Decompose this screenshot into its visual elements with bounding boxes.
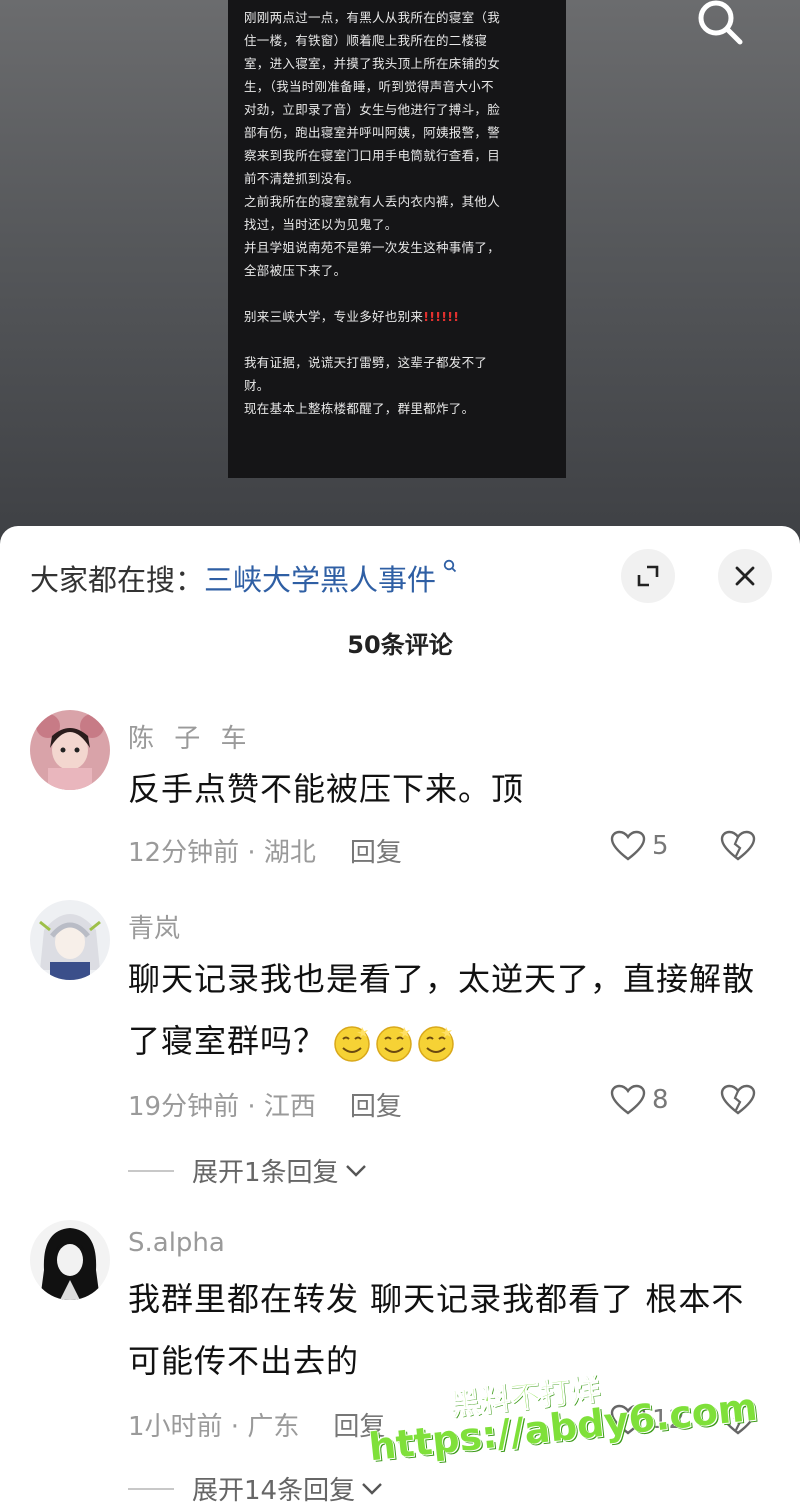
note-line: 前不清楚抓到没有。 (244, 171, 360, 186)
note-line: 察来到我所在寝室门口用手电筒就行查看，目 (244, 148, 501, 163)
like-button[interactable]: 8 (610, 1084, 669, 1116)
comment-count: 50条评论 (347, 631, 453, 659)
note-line: 对劲，立即录了音）女生与他进行了搏斗，脸 (244, 102, 501, 117)
note-line: 我有证据，说谎天打雷劈，这辈子都发不了 (244, 355, 488, 370)
expand-icon (637, 565, 659, 587)
chevron-down-icon (362, 1482, 382, 1495)
comment-meta: 19分钟前 · 江西 回复 (128, 1086, 402, 1123)
avatar[interactable] (30, 900, 110, 980)
smiley-emoji-icon (376, 1026, 412, 1062)
hot-search-prefix: 大家都在搜： (30, 563, 205, 597)
hot-search-bar[interactable]: 大家都在搜：三峡大学黑人事件 (30, 557, 457, 599)
note-line: 住一楼，有铁窗）顺着爬上我所在的二楼寝 (244, 33, 488, 48)
smiley-emoji-icon (334, 1026, 370, 1062)
note-screenshot: 刚刚两点过一点，有黑人从我所在的寝室（我 住一楼，有铁窗）顺着爬上我所在的二楼寝… (228, 0, 566, 478)
comment-username[interactable]: 陈 子 车 (128, 718, 253, 755)
comment-text: 聊天记录我也是看了，太逆天了，直接解散了寝室群吗？ (128, 948, 758, 1072)
note-line: 现在基本上整栋楼都醒了，群里都炸了。 (244, 401, 475, 416)
comment-meta: 12分钟前 · 湖北 回复 (128, 832, 402, 869)
chevron-down-icon (345, 1164, 366, 1177)
note-line: 刚刚两点过一点，有黑人从我所在的寝室（我 (244, 10, 501, 25)
expand-replies-label: 展开14条回复 (192, 1476, 356, 1506)
note-line: 之前我所在的寝室就有人丢内衣内裤，其他人 (244, 194, 501, 209)
like-button[interactable]: 5 (610, 830, 669, 862)
expand-button[interactable] (621, 549, 675, 603)
search-small-icon (438, 559, 457, 577)
note-line: 生，（我当时刚准备睡，听到觉得声音大小不 (244, 79, 494, 94)
note-warning: 别来三峡大学，专业多好也别来!!!!!! (244, 305, 552, 328)
comments-sheet: 大家都在搜：三峡大学黑人事件 50条评论 陈 子 车 反手点赞不能被压下来。顶 … (0, 526, 800, 1510)
broken-heart-icon (720, 830, 756, 861)
expand-replies-button[interactable]: 展开14条回复 (128, 1470, 383, 1507)
like-count: 5 (652, 831, 669, 861)
avatar[interactable] (30, 1220, 110, 1300)
heart-icon (610, 1084, 646, 1115)
note-warning-text: 别来三峡大学，专业多好也别来 (244, 309, 424, 324)
comment-time-location: 12分钟前 · 湖北 (128, 838, 316, 868)
dislike-button[interactable] (720, 1084, 756, 1120)
broken-heart-icon (720, 1084, 756, 1115)
expand-replies-button[interactable]: 展开1条回复 (128, 1152, 367, 1189)
note-line: 找过，当时还以为见鬼了。 (244, 217, 398, 232)
comment-text: 反手点赞不能被压下来。顶 (128, 770, 525, 808)
like-count: 8 (652, 1085, 669, 1115)
comment-time-location: 19分钟前 · 江西 (128, 1092, 316, 1122)
close-button[interactable] (718, 549, 772, 603)
reply-button[interactable]: 回复 (350, 1092, 402, 1122)
note-line: 并且学姐说南苑不是第一次发生这种事情了， (244, 240, 501, 255)
note-warning-marks: !!!!!! (423, 309, 460, 324)
expand-replies-label: 展开1条回复 (192, 1158, 339, 1188)
note-line: 财。 (244, 378, 270, 393)
smiley-emoji-icon (418, 1026, 454, 1062)
comment-username[interactable]: S.alpha (128, 1228, 225, 1258)
dislike-button[interactable] (720, 830, 756, 866)
hot-search-topic-link[interactable]: 三峡大学黑人事件 (204, 563, 436, 597)
comment-text: 我群里都在转发 聊天记录我都看了 根本不可能传不出去的 (128, 1280, 745, 1380)
comment-meta: 1小时前 · 广东 回复 (128, 1406, 385, 1443)
note-line: 部有伤，跑出寝室并呼叫阿姨，阿姨报警，警 (244, 125, 501, 140)
note-line: 全部被压下来了。 (244, 263, 347, 278)
reply-button[interactable]: 回复 (350, 838, 402, 868)
note-line: 室，进入寝室，并摸了我头顶上所在床铺的女 (244, 56, 501, 71)
comment-username[interactable]: 青岚 (128, 908, 180, 945)
comment-time-location: 1小时前 · 广东 (128, 1412, 300, 1442)
search-icon[interactable] (694, 0, 750, 50)
emoji-row (332, 1023, 458, 1063)
avatar[interactable] (30, 710, 110, 790)
close-icon (735, 566, 755, 586)
post-image[interactable]: 刚刚两点过一点，有黑人从我所在的寝室（我 住一楼，有铁窗）顺着爬上我所在的二楼寝… (0, 0, 800, 560)
divider (128, 1487, 174, 1490)
divider (128, 1169, 174, 1172)
heart-icon (610, 830, 646, 861)
